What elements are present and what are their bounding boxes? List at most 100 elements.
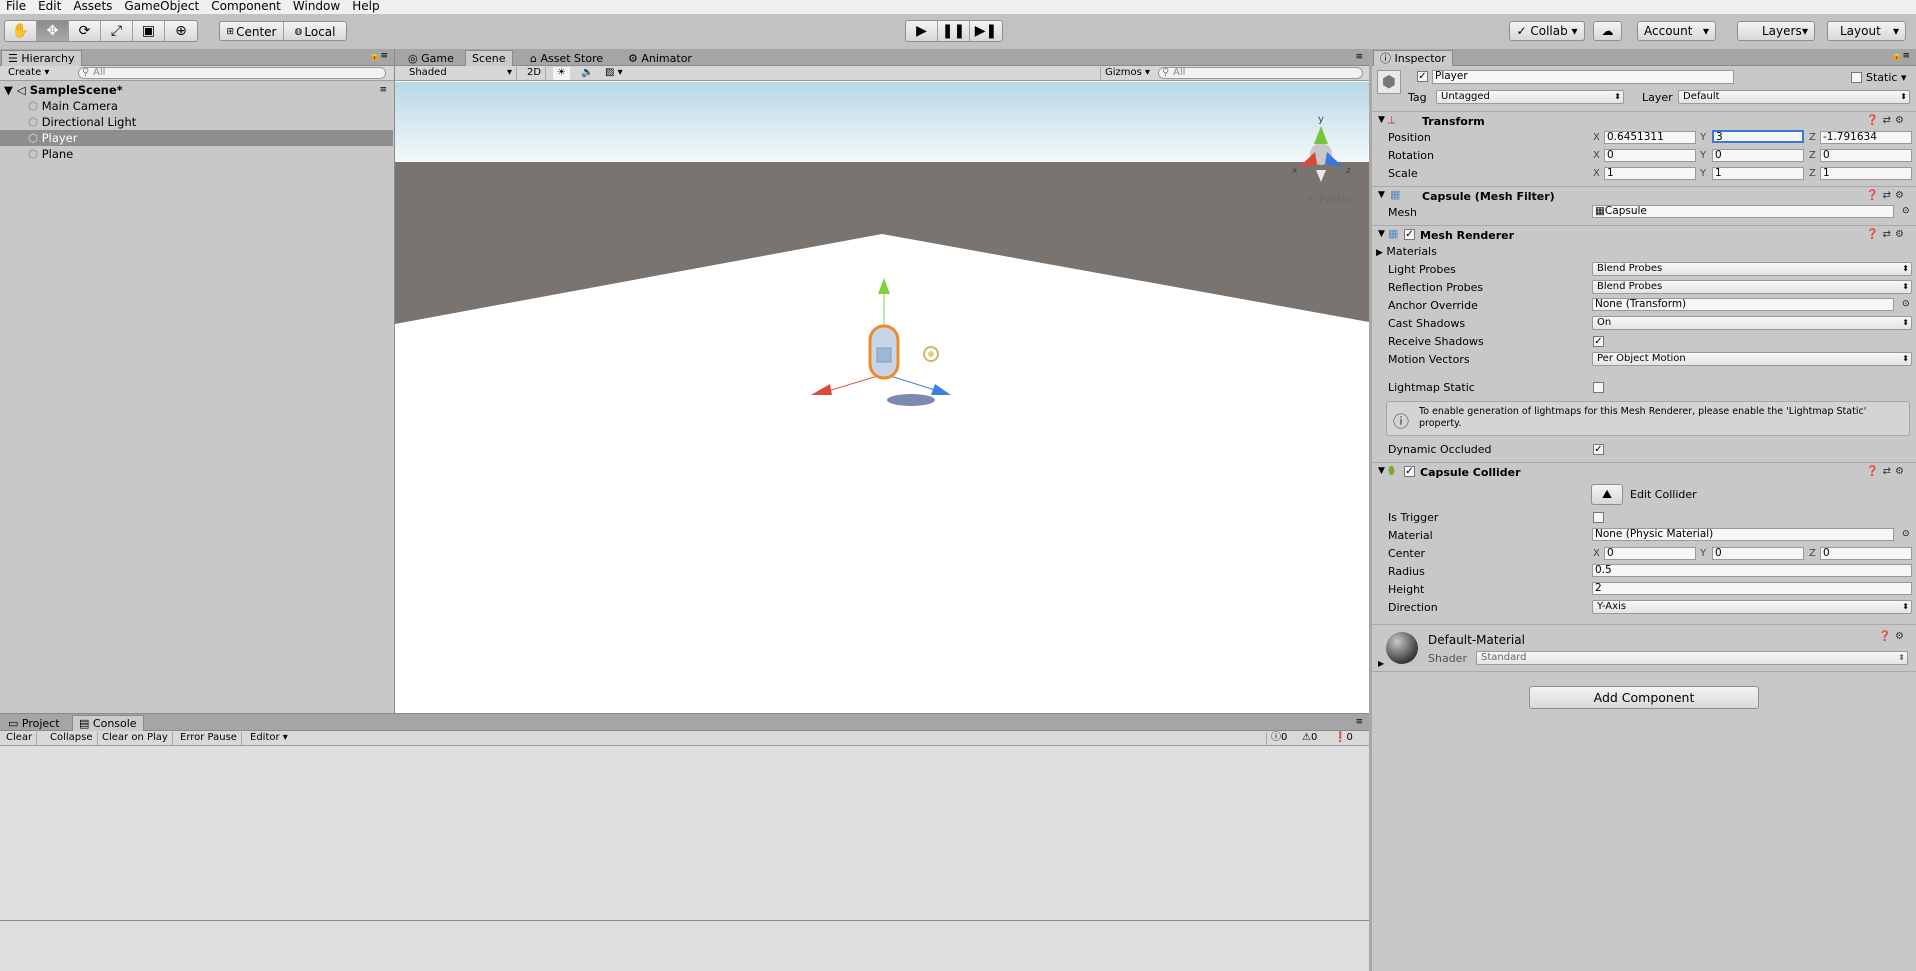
- motion-vectors-dropdown[interactable]: Per Object Motion: [1592, 352, 1912, 366]
- account-dropdown[interactable]: Account ▾: [1637, 21, 1716, 41]
- menu-window[interactable]: Window: [287, 0, 346, 14]
- mesh-filter-header[interactable]: ▼ ▦ Capsule (Mesh Filter) ❓⇄⚙: [1372, 186, 1916, 205]
- tab-console[interactable]: ▤ Console: [72, 715, 144, 731]
- rotation-y-field[interactable]: 0: [1712, 149, 1804, 162]
- transform-tool-icon[interactable]: ⊕: [165, 21, 197, 41]
- center-y-field[interactable]: 0: [1712, 547, 1804, 560]
- mesh-renderer-enabled-checkbox[interactable]: ✓: [1404, 229, 1415, 240]
- tab-project[interactable]: ▭ Project: [1, 715, 67, 731]
- gizmos-dropdown[interactable]: Gizmos ▾: [1100, 67, 1154, 80]
- clear-button[interactable]: Clear: [2, 732, 38, 745]
- panel-menu-icon[interactable]: ≡: [1355, 717, 1363, 727]
- lighting-toggle-icon[interactable]: ☀: [553, 67, 570, 80]
- physic-material-field[interactable]: None (Physic Material): [1592, 528, 1894, 541]
- object-picker-icon[interactable]: ⊙: [1902, 529, 1910, 539]
- layer-dropdown[interactable]: Default: [1678, 90, 1910, 104]
- object-picker-icon[interactable]: ⊙: [1902, 206, 1910, 216]
- step-icon[interactable]: ▶❚: [970, 21, 1002, 41]
- static-checkbox[interactable]: [1851, 72, 1862, 83]
- menu-file[interactable]: File: [0, 0, 32, 14]
- menu-edit[interactable]: Edit: [32, 0, 67, 14]
- rotation-z-field[interactable]: 0: [1820, 149, 1912, 162]
- light-probes-dropdown[interactable]: Blend Probes: [1592, 262, 1912, 276]
- scene-search-input[interactable]: ⚲ All: [1158, 67, 1363, 79]
- static-label[interactable]: Static ▾: [1866, 71, 1906, 84]
- shading-dropdown[interactable]: Shaded ▾: [405, 67, 517, 80]
- create-dropdown[interactable]: Create ▾: [4, 67, 53, 80]
- error-count-toggle[interactable]: ❗0: [1330, 732, 1357, 745]
- 2d-toggle[interactable]: 2D: [523, 67, 547, 80]
- projection-label[interactable]: < Persp: [1306, 192, 1349, 205]
- scene-menu-icon[interactable]: ≡: [379, 82, 387, 98]
- object-name-field[interactable]: Player: [1432, 70, 1734, 84]
- divider[interactable]: [1369, 49, 1372, 971]
- materials-foldout[interactable]: ▶ Materials: [1376, 245, 1437, 258]
- menu-component[interactable]: Component: [205, 0, 287, 14]
- position-x-field[interactable]: 0.6451311: [1604, 131, 1696, 144]
- height-field[interactable]: 2: [1592, 582, 1912, 595]
- position-y-field[interactable]: 3: [1712, 130, 1804, 143]
- panel-menu-icon[interactable]: ≡: [1355, 52, 1363, 62]
- scale-tool-icon[interactable]: ⤢: [101, 21, 133, 41]
- scale-y-field[interactable]: 1: [1712, 167, 1804, 180]
- collapse-button[interactable]: Collapse: [46, 732, 98, 745]
- tab-scene[interactable]: Scene: [465, 50, 513, 66]
- scale-z-field[interactable]: 1: [1820, 167, 1912, 180]
- rotate-tool-icon[interactable]: ⟳: [69, 21, 101, 41]
- tab-asset-store[interactable]: ⌂ Asset Store: [523, 50, 610, 66]
- receive-shadows-checkbox[interactable]: ✓: [1593, 336, 1604, 347]
- tab-hierarchy[interactable]: ☰ Hierarchy: [1, 50, 82, 66]
- divider[interactable]: [0, 713, 1369, 714]
- capsule-collider-enabled-checkbox[interactable]: ✓: [1404, 466, 1415, 477]
- tab-inspector[interactable]: ⓘ Inspector: [1373, 50, 1453, 66]
- collab-button[interactable]: ✓ Collab ▾: [1509, 21, 1585, 41]
- direction-dropdown[interactable]: Y-Axis: [1592, 600, 1912, 614]
- tag-dropdown[interactable]: Untagged: [1436, 90, 1624, 104]
- mesh-field[interactable]: ▦Capsule: [1592, 205, 1894, 218]
- tab-game[interactable]: ◎ Game: [401, 50, 461, 66]
- pivot-local-button[interactable]: ◍ Local: [284, 22, 346, 40]
- mesh-renderer-header[interactable]: ▼ ▦ ✓ Mesh Renderer ❓⇄⚙: [1372, 225, 1916, 244]
- position-z-field[interactable]: -1.791634: [1820, 131, 1912, 144]
- list-item[interactable]: ⬡ Directional Light: [0, 114, 393, 130]
- move-tool-icon[interactable]: ✥: [37, 21, 69, 41]
- transform-header[interactable]: ▼ ⟂ Transform ❓⇄⚙: [1372, 111, 1916, 130]
- cloud-icon[interactable]: ☁: [1593, 21, 1622, 41]
- tab-animator[interactable]: ⚙ Animator: [621, 50, 699, 66]
- object-picker-icon[interactable]: ⊙: [1902, 299, 1910, 309]
- scene-row[interactable]: ▼ ◁ SampleScene* ≡: [0, 82, 393, 98]
- pause-icon[interactable]: ❚❚: [938, 21, 970, 41]
- warning-count-toggle[interactable]: ⚠0: [1298, 732, 1321, 745]
- audio-toggle-icon[interactable]: 🔈: [577, 67, 597, 80]
- list-item[interactable]: ⬡ Plane: [0, 146, 393, 162]
- component-settings-icon[interactable]: ❓⇄⚙: [1866, 190, 1908, 201]
- error-pause-button[interactable]: Error Pause: [176, 732, 242, 745]
- divider[interactable]: [394, 49, 395, 713]
- capsule-collider-header[interactable]: ▼ ⬮ ✓ Capsule Collider ❓⇄⚙: [1372, 462, 1916, 481]
- component-settings-icon[interactable]: ❓⚙: [1879, 631, 1908, 642]
- radius-field[interactable]: 0.5: [1592, 564, 1912, 577]
- play-icon[interactable]: ▶: [906, 21, 938, 41]
- list-item[interactable]: ⬡ Main Camera: [0, 98, 393, 114]
- active-checkbox[interactable]: ✓: [1417, 71, 1428, 82]
- anchor-override-field[interactable]: None (Transform): [1592, 298, 1894, 311]
- lock-icon[interactable]: 🔒≡: [1891, 51, 1910, 61]
- cast-shadows-dropdown[interactable]: On: [1592, 316, 1912, 330]
- list-item[interactable]: ⬡ Player: [0, 130, 393, 146]
- menu-help[interactable]: Help: [346, 0, 385, 14]
- layers-dropdown[interactable]: Layers ▾: [1737, 21, 1815, 41]
- edit-collider-button[interactable]: ⛰: [1591, 484, 1623, 505]
- menu-gameobject[interactable]: GameObject: [118, 0, 205, 14]
- scale-x-field[interactable]: 1: [1604, 167, 1696, 180]
- scene-viewport[interactable]: y x z < Persp: [395, 82, 1369, 713]
- hierarchy-search-input[interactable]: ⚲ All: [78, 67, 386, 79]
- center-z-field[interactable]: 0: [1820, 547, 1912, 560]
- menu-assets[interactable]: Assets: [67, 0, 118, 14]
- rotation-x-field[interactable]: 0: [1604, 149, 1696, 162]
- layout-dropdown[interactable]: Layout ▾: [1827, 21, 1906, 41]
- lightmap-static-checkbox[interactable]: [1593, 382, 1604, 393]
- foldout-arrow-icon[interactable]: ▶: [1378, 659, 1384, 668]
- shader-dropdown[interactable]: Standard: [1476, 651, 1908, 665]
- center-x-field[interactable]: 0: [1604, 547, 1696, 560]
- is-trigger-checkbox[interactable]: [1593, 512, 1604, 523]
